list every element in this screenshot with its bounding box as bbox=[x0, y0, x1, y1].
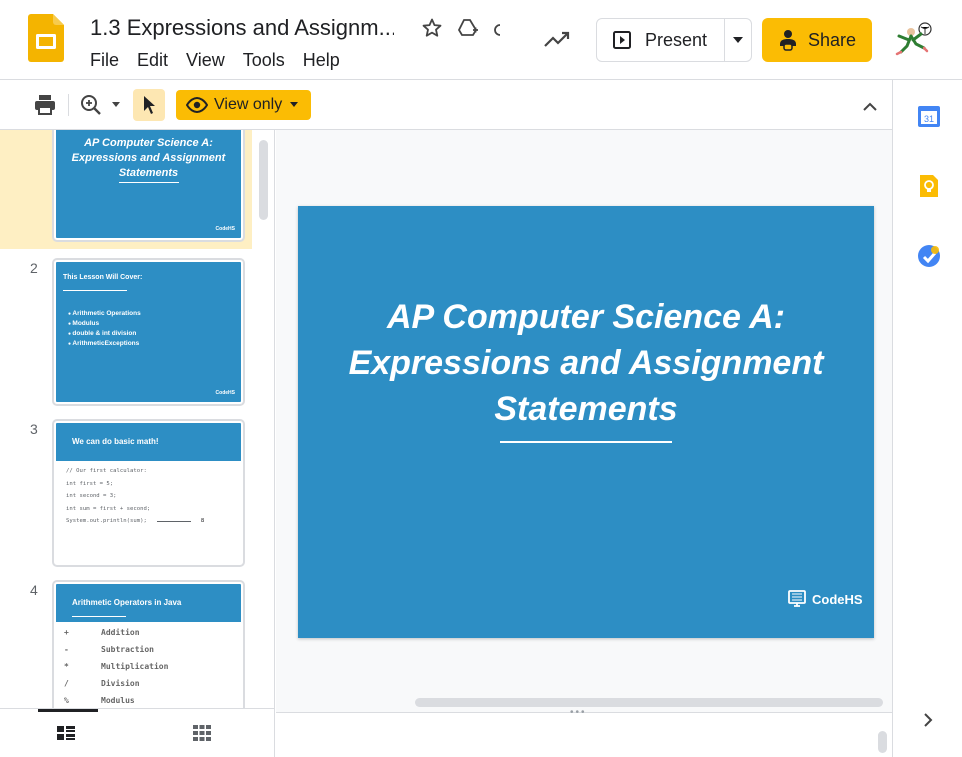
grid-view-icon[interactable] bbox=[193, 725, 211, 741]
table-row: + Addition bbox=[64, 628, 140, 637]
thumb-logo: CodeHS bbox=[215, 390, 235, 396]
activity-trend-icon[interactable] bbox=[542, 26, 572, 52]
view-only-mode-button[interactable]: View only bbox=[176, 90, 311, 120]
calendar-day: 31 bbox=[924, 114, 934, 124]
caret-down-icon bbox=[112, 102, 120, 107]
thumb-title: We can do basic math! bbox=[72, 437, 159, 446]
thumb-code-block: // Our first calculator: int first = 5; … bbox=[66, 465, 204, 528]
slide-number: 3 bbox=[30, 421, 38, 437]
main-slide-canvas[interactable]: AP Computer Science A: Expressions and A… bbox=[298, 206, 874, 638]
thumb-logo: CodeHS bbox=[215, 226, 235, 232]
filmstrip-view-icon[interactable] bbox=[56, 725, 76, 741]
caret-down-icon bbox=[290, 102, 299, 107]
collapse-toolbar-button[interactable] bbox=[858, 94, 882, 120]
menu-tools[interactable]: Tools bbox=[243, 50, 303, 71]
present-button[interactable]: Present bbox=[597, 19, 725, 61]
table-row: - Subtraction bbox=[64, 645, 154, 654]
speaker-notes-pane[interactable]: ••• bbox=[276, 707, 892, 757]
filmstrip-view-switcher bbox=[0, 708, 275, 757]
present-button-group: Present bbox=[596, 18, 752, 62]
thumb-title: Arithmetic Operators in Java bbox=[72, 598, 182, 607]
codehs-logo: CodeHS bbox=[788, 590, 863, 608]
slides-logo-icon[interactable] bbox=[28, 14, 64, 62]
menu-help[interactable]: Help bbox=[303, 50, 358, 71]
lock-person-icon bbox=[780, 30, 796, 51]
print-button[interactable] bbox=[32, 92, 58, 118]
slide-number: 2 bbox=[30, 260, 38, 276]
menu-file[interactable]: File bbox=[90, 50, 137, 71]
present-play-icon bbox=[613, 31, 631, 49]
eye-icon bbox=[186, 97, 208, 113]
slide-title-line: AP Computer Science A: bbox=[386, 298, 785, 336]
caret-down-icon bbox=[733, 37, 743, 43]
thumb-title: This Lesson Will Cover: bbox=[63, 274, 143, 281]
slide-thumbnail-1[interactable]: AP Computer Science A: Expressions and A… bbox=[52, 130, 245, 242]
list-item: double & int division bbox=[68, 329, 141, 339]
slide-thumbnail-2[interactable]: This Lesson Will Cover: Arithmetic Opera… bbox=[52, 258, 245, 406]
table-row: / Division bbox=[64, 679, 140, 688]
filmstrip-scrollbar[interactable] bbox=[259, 140, 268, 220]
thumb-rule bbox=[119, 182, 179, 183]
code-line: int second = 3; bbox=[66, 493, 117, 499]
document-title[interactable]: 1.3 Expressions and Assignm... bbox=[90, 15, 394, 41]
side-panel: 31 bbox=[892, 80, 962, 757]
thumb-rule bbox=[72, 616, 126, 617]
print-icon bbox=[35, 95, 55, 115]
slide-title: AP Computer Science A: Expressions and A… bbox=[298, 294, 874, 432]
menu-edit[interactable]: Edit bbox=[137, 50, 186, 71]
slide-editor: AP Computer Science A: Expressions and A… bbox=[276, 130, 892, 712]
table-row: * Multiplication bbox=[64, 662, 169, 671]
menu-view[interactable]: View bbox=[186, 50, 243, 71]
slide-title-line: Expressions and Assignment bbox=[348, 344, 824, 382]
slide-number: 4 bbox=[30, 582, 38, 598]
code-line: // Our first calculator: bbox=[66, 468, 147, 474]
present-label: Present bbox=[645, 29, 708, 50]
codehs-logo-text: CodeHS bbox=[812, 591, 863, 607]
select-tool-button[interactable] bbox=[133, 89, 165, 121]
header-bar: 1.3 Expressions and Assignm... File Edit… bbox=[0, 0, 962, 80]
list-item: Arithmetic Operations bbox=[68, 309, 140, 319]
chevron-up-icon bbox=[863, 102, 877, 111]
list-item: ArithmeticExceptions bbox=[68, 339, 141, 349]
title-underline bbox=[500, 441, 672, 443]
slide-thumbnail-3[interactable]: We can do basic math! // Our first calcu… bbox=[52, 419, 245, 567]
arrow-icon bbox=[156, 520, 191, 522]
slides-app: 1.3 Expressions and Assignm... File Edit… bbox=[0, 0, 962, 757]
code-line: int sum = first + second; bbox=[66, 505, 151, 512]
zoom-button[interactable] bbox=[80, 92, 124, 118]
toolbar-divider bbox=[68, 94, 69, 116]
code-output: 8 bbox=[200, 518, 205, 524]
present-dropdown-button[interactable] bbox=[725, 36, 751, 44]
cloud-status-icon[interactable] bbox=[492, 16, 502, 40]
account-avatar[interactable] bbox=[894, 20, 936, 60]
code-line: System.out.println(sum); bbox=[66, 518, 147, 524]
notes-resize-handle[interactable]: ••• bbox=[570, 707, 587, 718]
view-only-label: View only bbox=[214, 96, 283, 113]
editor-horizontal-scrollbar[interactable] bbox=[415, 698, 883, 707]
slide-filmstrip: AP Computer Science A: Expressions and A… bbox=[0, 130, 275, 708]
notes-scrollbar[interactable] bbox=[878, 731, 887, 753]
menu-bar: File Edit View Tools Help bbox=[90, 50, 358, 71]
tasks-icon[interactable] bbox=[917, 244, 941, 268]
table-row: % Modulus bbox=[64, 696, 135, 705]
share-label: Share bbox=[808, 29, 857, 50]
calendar-icon[interactable]: 31 bbox=[917, 104, 941, 128]
zoom-in-icon bbox=[81, 95, 101, 115]
slide-title-line: Statements bbox=[494, 390, 678, 428]
code-line: int first = 5; bbox=[66, 480, 114, 487]
cursor-arrow-icon bbox=[144, 96, 155, 114]
share-button[interactable]: Share bbox=[762, 18, 872, 62]
thumb-bullet-list: Arithmetic Operations Modulus double & i… bbox=[68, 309, 141, 349]
chevron-right-icon[interactable] bbox=[921, 712, 935, 728]
keep-icon[interactable] bbox=[917, 174, 941, 198]
move-to-drive-icon[interactable] bbox=[456, 16, 480, 40]
list-item: Modulus bbox=[68, 319, 141, 329]
star-icon[interactable] bbox=[420, 16, 444, 40]
thumb-title: AP Computer Science A: Expressions and A… bbox=[71, 137, 226, 179]
active-view-indicator bbox=[38, 709, 98, 712]
thumb-rule bbox=[63, 290, 127, 291]
slide-thumbnail-4[interactable]: Arithmetic Operators in Java + Addition -… bbox=[52, 580, 245, 708]
monitor-logo-icon bbox=[788, 590, 806, 607]
